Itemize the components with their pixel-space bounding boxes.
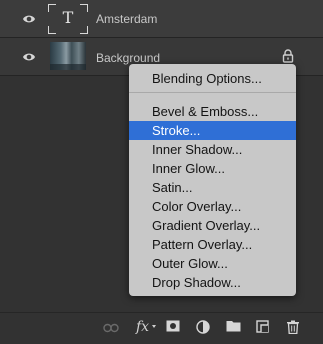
layers-toolbar: fx bbox=[0, 312, 323, 344]
trash-icon[interactable] bbox=[287, 320, 299, 334]
link-icon[interactable] bbox=[103, 323, 119, 333]
eye-icon[interactable] bbox=[22, 13, 36, 25]
layers-panel: T Amsterdam Background Blending Options.… bbox=[0, 0, 323, 344]
new-layer-icon[interactable] bbox=[256, 320, 269, 333]
folder-icon[interactable] bbox=[226, 320, 241, 332]
text-layer-thumbnail: T bbox=[48, 4, 88, 34]
menu-item-blending-options[interactable]: Blending Options... bbox=[129, 69, 296, 88]
layer-name[interactable]: Background bbox=[96, 51, 160, 65]
text-layer-glyph: T bbox=[62, 8, 74, 27]
lock-icon[interactable] bbox=[282, 49, 294, 63]
menu-item-gradient-overlay[interactable]: Gradient Overlay... bbox=[129, 216, 296, 235]
adjustment-icon[interactable] bbox=[196, 320, 210, 334]
menu-item-satin[interactable]: Satin... bbox=[129, 178, 296, 197]
menu-item-inner-glow[interactable]: Inner Glow... bbox=[129, 159, 296, 178]
menu-item-stroke[interactable]: Stroke... bbox=[129, 121, 296, 140]
menu-item-drop-shadow[interactable]: Drop Shadow... bbox=[129, 273, 296, 292]
menu-separator bbox=[129, 92, 296, 93]
layer-style-menu: Blending Options... Bevel & Emboss... St… bbox=[129, 64, 296, 296]
fx-dropdown-indicator-icon bbox=[152, 325, 156, 328]
menu-item-pattern-overlay[interactable]: Pattern Overlay... bbox=[129, 235, 296, 254]
menu-item-outer-glow[interactable]: Outer Glow... bbox=[129, 254, 296, 273]
menu-item-color-overlay[interactable]: Color Overlay... bbox=[129, 197, 296, 216]
image-layer-thumbnail bbox=[50, 42, 86, 70]
mask-icon[interactable] bbox=[166, 320, 180, 332]
layer-name[interactable]: Amsterdam bbox=[96, 12, 157, 26]
layer-row-amsterdam[interactable]: T Amsterdam bbox=[0, 0, 323, 38]
menu-item-bevel-emboss[interactable]: Bevel & Emboss... bbox=[129, 102, 296, 121]
fx-icon[interactable]: fx bbox=[136, 319, 149, 335]
menu-item-inner-shadow[interactable]: Inner Shadow... bbox=[129, 140, 296, 159]
eye-icon[interactable] bbox=[22, 51, 36, 63]
